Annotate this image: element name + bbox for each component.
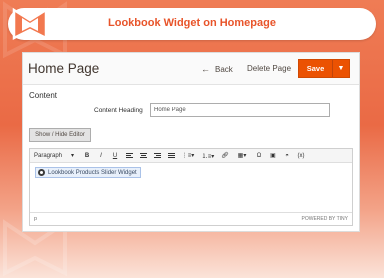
editor-status-bar: p POWERED BY TINY	[30, 212, 352, 225]
banner: Lookbook Widget on Homepage	[8, 8, 376, 40]
align-right-icon[interactable]	[150, 150, 164, 162]
content-heading-input[interactable]	[150, 103, 330, 117]
page-header-bar: Home Page ← Back Delete Page Save ▼	[23, 53, 359, 85]
page-title: Home Page	[28, 61, 100, 76]
numbered-list-icon[interactable]: ⒈≡▾	[198, 150, 218, 162]
editor-toolbar: Paragraph ▾ B I U ⋮≡▾ ⒈≡▾ 🔗︎ ▦▾ Ω ▣ ◓ (x…	[30, 149, 352, 163]
arrow-left-icon: ←	[201, 64, 210, 74]
save-button[interactable]: Save	[299, 60, 333, 77]
caret-down-icon: ▼	[337, 65, 345, 72]
bullet-list-icon[interactable]: ⋮≡▾	[178, 150, 198, 162]
brand-logo-icon	[12, 7, 48, 41]
back-button[interactable]: ← Back	[201, 64, 233, 74]
back-label: Back	[215, 64, 233, 74]
delete-page-button[interactable]: Delete Page	[247, 64, 291, 73]
save-split-button: Save ▼	[298, 59, 350, 78]
format-select-value: Paragraph	[34, 152, 63, 159]
format-select[interactable]: Paragraph ▾	[34, 150, 80, 162]
bold-icon[interactable]: B	[80, 150, 94, 162]
show-hide-editor-button[interactable]: Show / Hide Editor	[29, 128, 91, 142]
widget-insert-icon[interactable]: ◓	[280, 150, 294, 162]
underline-icon[interactable]: U	[108, 150, 122, 162]
save-options-dropdown[interactable]: ▼	[333, 60, 349, 77]
wysiwyg-editor: Paragraph ▾ B I U ⋮≡▾ ⒈≡▾ 🔗︎ ▦▾ Ω ▣ ◓ (x…	[29, 148, 353, 226]
banner-title: Lookbook Widget on Homepage	[108, 17, 276, 29]
variable-icon[interactable]: (x)	[294, 150, 308, 162]
image-icon[interactable]: ▣	[266, 150, 280, 162]
widget-chip-label: Lookbook Products Slider Widget	[48, 169, 137, 176]
section-title: Content	[29, 91, 58, 100]
element-path: p	[34, 216, 38, 222]
caret-down-icon: ▾	[70, 153, 74, 159]
page-editor-panel: Home Page ← Back Delete Page Save ▼ Cont…	[22, 52, 360, 232]
special-char-icon[interactable]: Ω	[252, 150, 266, 162]
align-center-icon[interactable]	[136, 150, 150, 162]
widget-icon	[38, 169, 45, 176]
align-justify-icon[interactable]	[164, 150, 178, 162]
powered-by-label: POWERED BY TINY	[301, 216, 349, 222]
lookbook-widget-chip[interactable]: Lookbook Products Slider Widget	[35, 167, 141, 178]
editor-content-area[interactable]: Lookbook Products Slider Widget	[30, 163, 352, 212]
link-icon[interactable]: 🔗︎	[218, 150, 232, 162]
table-icon[interactable]: ▦▾	[232, 150, 252, 162]
italic-icon[interactable]: I	[94, 150, 108, 162]
align-left-icon[interactable]	[122, 150, 136, 162]
content-heading-label: Content Heading	[94, 107, 143, 114]
